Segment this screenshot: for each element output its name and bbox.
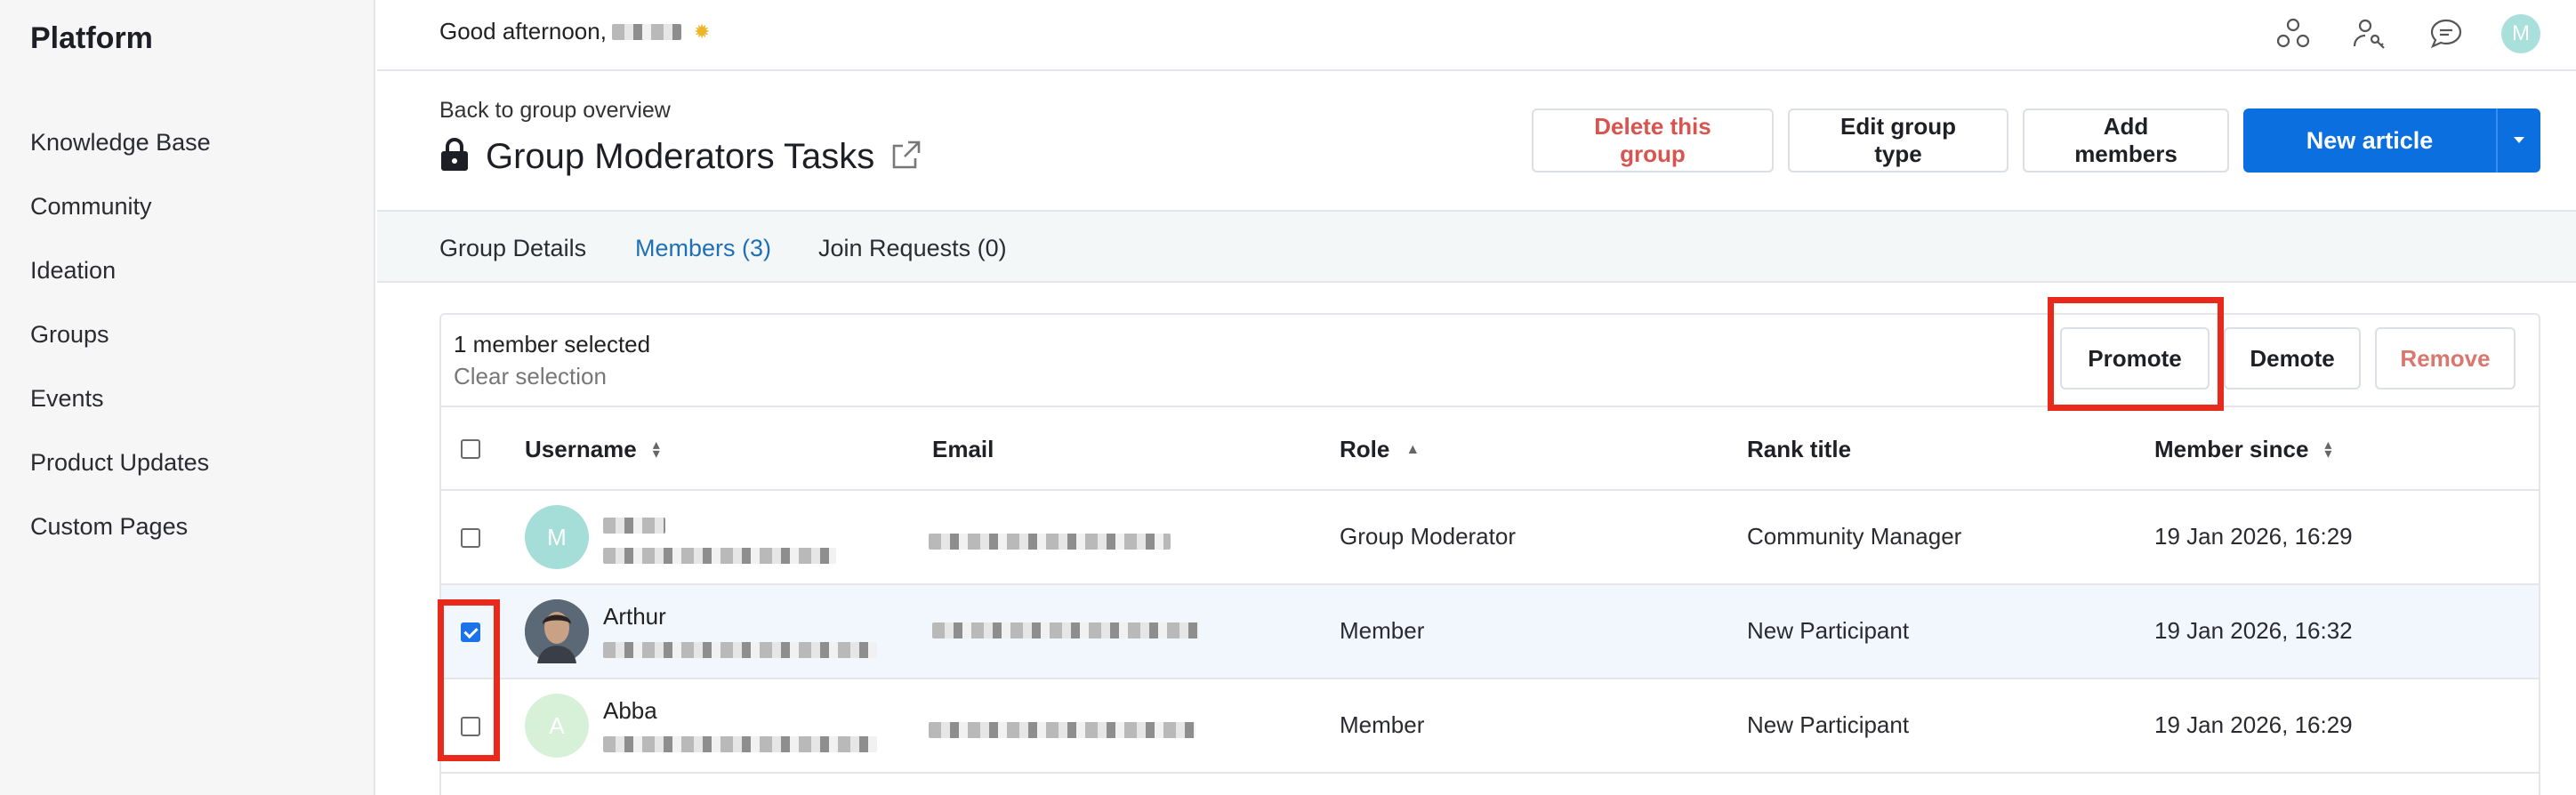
column-member-since-label: Member since <box>2154 436 2309 462</box>
sort-ascending-icon: ▲ <box>1405 441 1421 457</box>
avatar: A <box>525 694 589 758</box>
selection-bar: 1 member selected Clear selection Promot… <box>441 315 2539 407</box>
redacted-email <box>929 534 1171 550</box>
checkbox-highlight-box <box>438 599 500 761</box>
column-username[interactable]: Username ▴ ▾ <box>525 436 660 463</box>
group-tabs: Group Details Members (3) Join Requests … <box>377 210 2576 283</box>
promote-highlight-box <box>2048 297 2224 411</box>
clear-selection-link[interactable]: Clear selection <box>454 363 607 390</box>
delete-group-button[interactable]: Delete this group <box>1532 108 1774 173</box>
top-icons: M <box>2272 12 2540 55</box>
page-title: Group Moderators Tasks <box>439 137 922 177</box>
redacted-handle <box>603 642 877 658</box>
sidebar-item-groups[interactable]: Groups <box>30 302 211 366</box>
new-article-split-button: New article <box>2243 108 2540 173</box>
rank-cell: Community Manager <box>1747 523 1962 550</box>
tab-members[interactable]: Members (3) <box>635 235 771 262</box>
role-cell: Group Moderator <box>1340 523 1516 550</box>
redacted-email <box>932 622 1199 638</box>
table-row[interactable]: Arthur Member New Participant 19 Jan 202… <box>441 585 2539 679</box>
tab-join-requests[interactable]: Join Requests (0) <box>818 235 1007 262</box>
sidebar-item-custom-pages[interactable]: Custom Pages <box>30 494 211 558</box>
brand-title: Platform <box>30 21 153 55</box>
new-article-button[interactable]: New article <box>2243 108 2496 173</box>
sidebar-item-product-updates[interactable]: Product Updates <box>30 430 211 494</box>
column-email-label: Email <box>932 436 994 462</box>
edit-group-type-button[interactable]: Edit group type <box>1788 108 2008 173</box>
greeting: Good afternoon, ✹ <box>439 18 710 45</box>
table-header: Username ▴ ▾ Email Role ▲ Rank title Memb… <box>441 407 2539 491</box>
sidebar: Platform Knowledge Base Community Ideati… <box>0 0 375 795</box>
selection-count: 1 member selected <box>454 331 651 357</box>
group-header: Back to group overview Group Moderators … <box>377 73 2576 210</box>
column-role[interactable]: Role ▲ <box>1340 436 1420 463</box>
chevron-down-icon[interactable] <box>2496 108 2540 173</box>
avatar <box>525 599 589 663</box>
sidebar-item-ideation[interactable]: Ideation <box>30 238 211 302</box>
rank-cell: New Participant <box>1747 711 1910 738</box>
table-row[interactable]: A Abba Member New Participant 19 Jan 202… <box>441 679 2539 774</box>
member-since-cell: 19 Jan 2026, 16:29 <box>2154 523 2353 550</box>
user-key-icon[interactable] <box>2348 12 2391 55</box>
redacted-username <box>611 23 681 40</box>
lock-icon <box>439 137 470 177</box>
username: Abba <box>603 697 657 724</box>
sidebar-item-community[interactable]: Community <box>30 174 211 238</box>
row-checkbox[interactable] <box>461 528 480 548</box>
select-all-checkbox[interactable] <box>461 439 480 459</box>
sun-icon: ✹ <box>693 20 711 43</box>
column-email: Email <box>932 436 994 463</box>
username: Arthur <box>603 603 666 630</box>
column-member-since[interactable]: Member since ▴ ▾ <box>2154 436 2331 463</box>
sidebar-item-events[interactable]: Events <box>30 366 211 430</box>
role-cell: Member <box>1340 711 1425 738</box>
header-actions: Delete this group Edit group type Add me… <box>1532 108 2540 173</box>
back-to-group-overview-link[interactable]: Back to group overview <box>439 98 671 124</box>
tab-group-details[interactable]: Group Details <box>439 235 586 262</box>
redacted-handle <box>603 548 836 564</box>
member-since-cell: 19 Jan 2026, 16:29 <box>2154 711 2353 738</box>
redacted-username <box>603 518 665 534</box>
greeting-text: Good afternoon, <box>439 18 607 44</box>
column-rank-title-label: Rank title <box>1747 436 1852 462</box>
group-title-text: Group Moderators Tasks <box>486 137 875 176</box>
avatar: M <box>525 505 589 569</box>
topbar: Good afternoon, ✹ M <box>377 0 2576 71</box>
demote-button[interactable]: Demote <box>2224 327 2361 389</box>
redacted-handle <box>603 736 877 752</box>
column-rank-title: Rank title <box>1747 436 1851 463</box>
sidebar-item-knowledge-base[interactable]: Knowledge Base <box>30 110 211 174</box>
sort-icon: ▴ ▾ <box>652 437 660 462</box>
members-table-card: 1 member selected Clear selection Promot… <box>439 313 2540 795</box>
column-role-label: Role <box>1340 436 1390 462</box>
avatar[interactable]: M <box>2501 14 2540 53</box>
sort-icon: ▴ ▾ <box>2324 437 2332 462</box>
table-row[interactable]: M Group Moderator Community Manager 19 J… <box>441 491 2539 585</box>
add-members-button[interactable]: Add members <box>2023 108 2229 173</box>
external-link-icon[interactable] <box>890 139 922 175</box>
redacted-email <box>929 722 1195 738</box>
member-since-cell: 19 Jan 2026, 16:32 <box>2154 617 2353 644</box>
role-cell: Member <box>1340 617 1425 644</box>
chat-icon[interactable] <box>2425 12 2467 55</box>
remove-button[interactable]: Remove <box>2375 327 2516 389</box>
community-icon[interactable] <box>2272 12 2314 55</box>
rank-cell: New Participant <box>1747 617 1910 644</box>
column-username-label: Username <box>525 436 637 462</box>
sidebar-nav: Knowledge Base Community Ideation Groups… <box>30 110 211 558</box>
